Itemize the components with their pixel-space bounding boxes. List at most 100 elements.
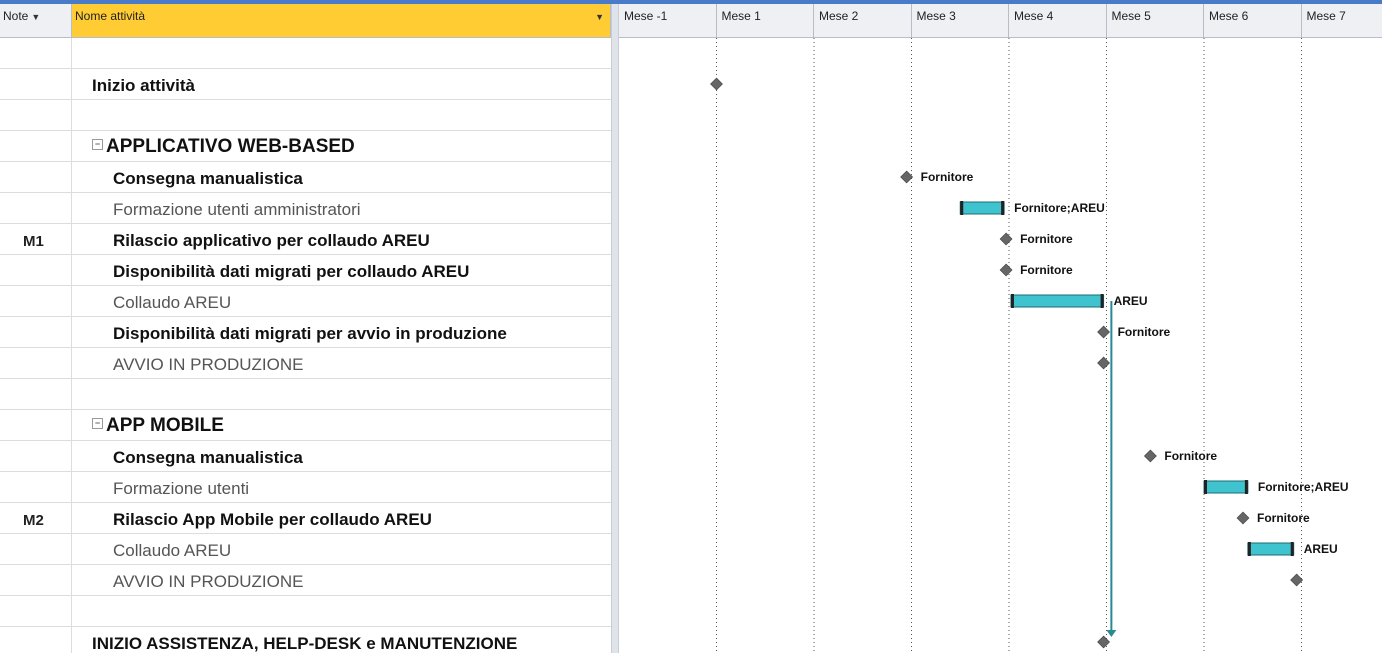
task-bar <box>1247 542 1295 556</box>
task-bar-end-cap <box>1290 542 1294 556</box>
task-row[interactable]: − APPLICATIVO WEB-BASED <box>0 131 611 162</box>
task-name-text: Consegna manualistica <box>113 448 303 467</box>
task-name-text: Formazione utenti amministratori <box>113 200 361 219</box>
task-bar <box>1203 480 1249 494</box>
milestone-diamond <box>710 77 723 91</box>
milestone-diamond <box>1143 449 1157 463</box>
task-name-cell[interactable]: Formazione utenti <box>72 472 611 502</box>
task-note-cell[interactable] <box>0 472 72 502</box>
task-row[interactable]: Disponibilità dati migrati per collaudo … <box>0 255 611 286</box>
task-name-text: Collaudo AREU <box>113 293 232 312</box>
task-note-cell[interactable] <box>0 596 72 626</box>
task-note-cell[interactable] <box>0 565 72 595</box>
task-row[interactable] <box>0 379 611 410</box>
task-note-cell[interactable] <box>0 627 72 653</box>
task-note-cell[interactable] <box>0 286 72 316</box>
task-name-text: Collaudo AREU <box>113 541 232 560</box>
task-note-cell[interactable] <box>0 441 72 471</box>
task-row[interactable]: AVVIO IN PRODUZIONE <box>0 565 611 596</box>
task-row[interactable]: M2 Rilascio App Mobile per collaudo AREU <box>0 503 611 534</box>
task-bar-end-cap <box>1100 294 1104 308</box>
task-name-cell[interactable]: AVVIO IN PRODUZIONE <box>72 348 611 378</box>
task-note-cell[interactable] <box>0 379 72 409</box>
task-name-cell[interactable]: Inizio attività <box>72 69 611 99</box>
task-row[interactable] <box>0 596 611 627</box>
task-name-cell[interactable]: Disponibilità dati migrati per avvio in … <box>72 317 611 347</box>
milestone-diamond <box>999 263 1013 277</box>
task-row[interactable]: Disponibilità dati migrati per avvio in … <box>0 317 611 348</box>
task-name-text: INIZIO ASSISTENZA, HELP-DESK e MANUTENZI… <box>92 634 518 653</box>
task-row[interactable]: Consegna manualistica <box>0 162 611 193</box>
task-name-cell[interactable]: Collaudo AREU <box>72 534 611 564</box>
task-row[interactable]: M1 Rilascio applicativo per collaudo AREU <box>0 224 611 255</box>
task-name-text: Rilascio App Mobile per collaudo AREU <box>113 510 432 529</box>
task-row[interactable]: Inizio attività <box>0 69 611 100</box>
split-bar[interactable] <box>611 4 619 653</box>
task-name-cell[interactable] <box>72 596 611 626</box>
milestone-diamond <box>1290 573 1304 587</box>
task-note-cell[interactable]: M2 <box>0 503 72 533</box>
task-name-text: APP MOBILE <box>106 415 224 436</box>
task-bar-start-cap <box>1247 542 1251 556</box>
task-note-cell[interactable] <box>0 255 72 285</box>
task-row[interactable]: Consegna manualistica <box>0 441 611 472</box>
column-header-note[interactable]: Note ▼ <box>0 4 72 38</box>
resource-label: Fornitore <box>921 170 974 184</box>
task-name-cell[interactable]: Formazione utenti amministratori <box>72 193 611 223</box>
milestone-diamond <box>1236 511 1250 525</box>
gantt-canvas: Fornitore Fornitore;AREU Fornitore Fornitor… <box>710 38 1349 653</box>
task-note-cell[interactable] <box>0 38 72 68</box>
task-note-cell[interactable] <box>0 534 72 564</box>
task-row[interactable] <box>0 38 611 69</box>
task-note-cell[interactable] <box>0 348 72 378</box>
task-row[interactable] <box>0 100 611 131</box>
task-name-text: Disponibilità dati migrati per collaudo … <box>113 262 470 281</box>
task-row[interactable]: Formazione utenti amministratori <box>0 193 611 224</box>
task-name-cell[interactable]: Rilascio applicativo per collaudo AREU <box>72 224 611 254</box>
task-row[interactable]: INIZIO ASSISTENZA, HELP-DESK e MANUTENZI… <box>0 627 611 653</box>
resource-label: Fornitore;AREU <box>1258 480 1349 494</box>
dependency-arrow-icon <box>1106 630 1117 637</box>
filter-dropdown-icon[interactable]: ▼ <box>595 12 604 22</box>
task-name-cell[interactable] <box>72 38 611 68</box>
task-name-text: Formazione utenti <box>113 479 250 498</box>
task-name-cell[interactable]: Collaudo AREU <box>72 286 611 316</box>
task-name-text: AVVIO IN PRODUZIONE <box>113 572 304 591</box>
task-row[interactable]: AVVIO IN PRODUZIONE <box>0 348 611 379</box>
task-note-cell[interactable] <box>0 100 72 130</box>
task-name-text: APPLICATIVO WEB-BASED <box>106 136 355 157</box>
task-name-cell[interactable]: INIZIO ASSISTENZA, HELP-DESK e MANUTENZI… <box>72 627 611 653</box>
task-name-cell[interactable]: Consegna manualistica <box>72 441 611 471</box>
task-name-cell[interactable]: − APPLICATIVO WEB-BASED <box>72 131 611 161</box>
column-header-task-name[interactable]: Nome attività ▼ <box>72 4 611 38</box>
task-note-cell[interactable] <box>0 162 72 192</box>
task-name-cell[interactable]: − APP MOBILE <box>72 410 611 440</box>
task-note-cell[interactable]: M1 <box>0 224 72 254</box>
task-row[interactable]: − APP MOBILE <box>0 410 611 441</box>
task-name-text: Consegna manualistica <box>113 169 303 188</box>
task-name-cell[interactable]: Consegna manualistica <box>72 162 611 192</box>
collapse-toggle-icon[interactable]: − <box>92 418 103 429</box>
task-note-cell[interactable] <box>0 193 72 223</box>
task-row[interactable]: Formazione utenti <box>0 472 611 503</box>
task-name-cell[interactable]: Rilascio App Mobile per collaudo AREU <box>72 503 611 533</box>
task-name-cell[interactable]: Disponibilità dati migrati per collaudo … <box>72 255 611 285</box>
milestone-diamond <box>1097 356 1110 370</box>
task-note-cell[interactable] <box>0 317 72 347</box>
task-note-cell[interactable] <box>0 69 72 99</box>
task-name-cell[interactable] <box>72 100 611 130</box>
task-row[interactable]: Collaudo AREU <box>0 286 611 317</box>
task-note-cell[interactable] <box>0 410 72 440</box>
task-row[interactable]: Collaudo AREU <box>0 534 611 565</box>
resource-label: Fornitore;AREU <box>1014 201 1105 215</box>
gantt-chart[interactable]: Mese -1 Mese 1 Mese 2 Mese 3 Mese 4 Mese 5 Mes… <box>619 4 1382 653</box>
task-name-cell[interactable] <box>72 379 611 409</box>
column-header-note-label: Note <box>3 9 29 23</box>
task-name-cell[interactable]: AVVIO IN PRODUZIONE <box>72 565 611 595</box>
task-sheet[interactable]: Note ▼ Nome attività ▼ Inizio attività − AP… <box>0 4 611 653</box>
task-note-cell[interactable] <box>0 131 72 161</box>
filter-dropdown-icon[interactable]: ▼ <box>31 12 40 22</box>
collapse-toggle-icon[interactable]: − <box>92 139 103 150</box>
resource-label: Fornitore <box>1118 325 1171 339</box>
task-bar-end-cap <box>1001 201 1005 215</box>
